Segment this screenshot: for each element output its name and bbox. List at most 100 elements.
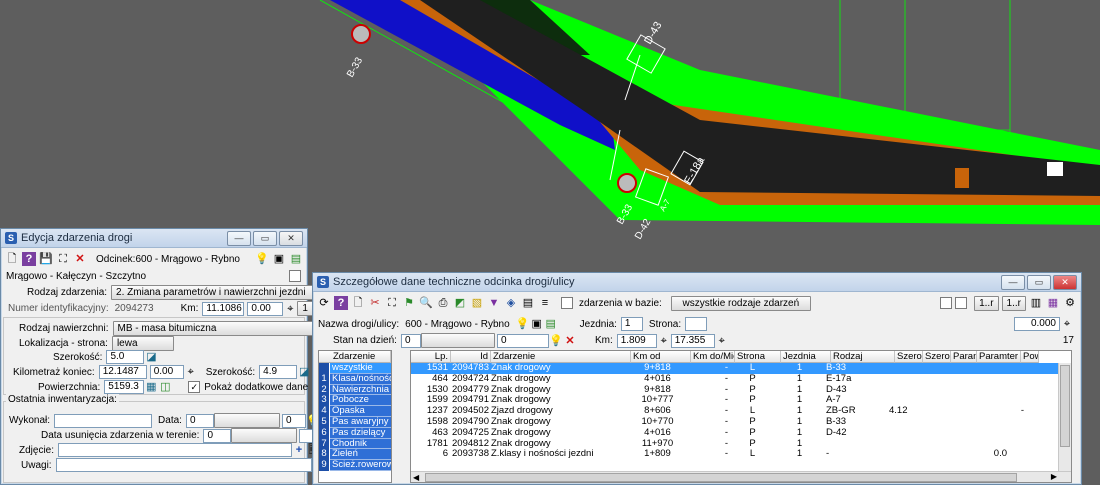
- measure-icon[interactable]: ◪: [144, 350, 158, 364]
- km-end-offset-input[interactable]: 0.00: [149, 365, 184, 379]
- column-header[interactable]: Szerok: [895, 351, 923, 363]
- km-from-input[interactable]: 1.809: [616, 333, 657, 348]
- date-button[interactable]: [213, 413, 280, 428]
- image-icon[interactable]: ▣: [272, 252, 286, 266]
- close-button[interactable]: ✕: [279, 230, 303, 246]
- column-header[interactable]: Id: [451, 351, 491, 363]
- order-button-2[interactable]: 1..r: [1001, 295, 1026, 311]
- width-input[interactable]: 5.0: [106, 350, 145, 364]
- scrollbar-thumb[interactable]: [1060, 365, 1070, 447]
- category-item[interactable]: 3 Pobocze: [319, 395, 391, 407]
- km-end-input[interactable]: 12.1487: [98, 365, 147, 379]
- category-item[interactable]: 4 Opaska: [319, 405, 391, 417]
- value-right-input[interactable]: 0.000: [1014, 317, 1060, 331]
- help-icon[interactable]: ?: [22, 252, 36, 266]
- area-input[interactable]: 5159.3: [104, 380, 145, 394]
- km-locate-icon[interactable]: ⌖: [657, 334, 671, 348]
- surface-button[interactable]: MB - masa bitumiczna: [112, 321, 317, 336]
- detail-minimize-button[interactable]: —: [1001, 274, 1025, 290]
- area-map-icon[interactable]: ◫: [158, 380, 172, 394]
- detail-window-titlebar[interactable]: S Szczegółowe dane techniczne odcinka dr…: [313, 273, 1081, 292]
- table-row[interactable]: 1531 2094783 Znak drogowy 9+818 - L 1 B-33: [411, 363, 1071, 374]
- minimize-button[interactable]: —: [227, 230, 251, 246]
- chart-icon[interactable]: ◩: [453, 296, 467, 310]
- category-header[interactable]: Zdarzenie: [319, 351, 391, 363]
- detail-maximize-button[interactable]: ▭: [1027, 274, 1051, 290]
- sign-edit-icon[interactable]: ⛶: [56, 252, 70, 266]
- route-checkbox[interactable]: [289, 270, 301, 282]
- removal-button[interactable]: [231, 428, 298, 443]
- vertical-scrollbar[interactable]: [1058, 363, 1071, 471]
- table-row[interactable]: 1237 2094502 Zjazd drogowy 8+606 - L 1 ZB-GR 4.1…: [411, 406, 1071, 417]
- date2-input[interactable]: 0: [281, 413, 306, 428]
- column-header[interactable]: Rodzaj: [831, 351, 895, 363]
- side-button[interactable]: lewa: [111, 336, 174, 351]
- table-row[interactable]: 1781 2094812 Znak drogowy 11+970 - P 1: [411, 439, 1071, 450]
- state-input-2[interactable]: 0: [496, 333, 549, 348]
- km-to-locate-icon[interactable]: ⌖: [715, 334, 729, 348]
- column-header[interactable]: Pow: [1021, 351, 1039, 363]
- table-row[interactable]: 1530 2094779 Znak drogowy 9+818 - P 1 D-43: [411, 385, 1071, 396]
- road-image-icon[interactable]: ▣: [530, 317, 544, 331]
- category-item[interactable]: 7 Chodnik: [319, 438, 391, 450]
- opt-checkbox-2[interactable]: [955, 297, 968, 309]
- scale-icon[interactable]: ≡: [538, 296, 552, 310]
- column-header[interactable]: Km do/Miej: [691, 351, 735, 363]
- table-row[interactable]: 6 2093738 Z.klasy i nośności jezdni 1+809 - L…: [411, 449, 1071, 460]
- add-photo-icon[interactable]: +: [292, 443, 306, 457]
- save-icon[interactable]: 💾: [39, 252, 53, 266]
- state-bulb-icon[interactable]: 💡: [549, 334, 563, 348]
- road-bulb-icon[interactable]: 💡: [516, 317, 530, 331]
- category-item[interactable]: 5 Pas awaryjny: [319, 416, 391, 428]
- map-icon[interactable]: ◈: [504, 296, 518, 310]
- cut-icon[interactable]: ✂: [368, 296, 382, 310]
- columns-icon[interactable]: ▥: [1029, 296, 1043, 310]
- table-row[interactable]: 1599 2094791 Znak drogowy 10+777 - P 1 A-7: [411, 395, 1071, 406]
- state-clear-icon[interactable]: ✕: [563, 334, 577, 348]
- events-in-base-checkbox[interactable]: [561, 297, 573, 309]
- detail-new-icon[interactable]: 🗋: [351, 296, 365, 310]
- column-header[interactable]: Strona: [735, 351, 781, 363]
- category-item[interactable]: wszystkie: [319, 363, 391, 374]
- sign-b33b-icon[interactable]: [617, 173, 637, 193]
- column-header[interactable]: Param: [951, 351, 977, 363]
- lane-input[interactable]: 1: [620, 317, 643, 331]
- notes-input[interactable]: [55, 458, 312, 472]
- road-layers-icon[interactable]: ▤: [544, 317, 558, 331]
- calc-icon[interactable]: ▦: [144, 380, 158, 394]
- hscroll-thumb[interactable]: [425, 473, 1017, 482]
- category-item[interactable]: 2 Nawierzchnia: [319, 384, 391, 396]
- column-header[interactable]: Km od: [631, 351, 691, 363]
- km-to-input[interactable]: 17.355: [670, 333, 715, 348]
- km-offset-input[interactable]: 0.00: [247, 301, 284, 316]
- category-item[interactable]: 1 Klasa/nośność: [319, 373, 391, 385]
- state-input[interactable]: 0: [400, 333, 421, 348]
- sign-icon[interactable]: ⛶: [385, 296, 399, 310]
- table-row[interactable]: 464 2094724 Znak drogowy 4+016 - P 1 E-17a: [411, 374, 1071, 385]
- tree-icon[interactable]: ⚑: [402, 296, 416, 310]
- refresh-icon[interactable]: ⟳: [317, 296, 331, 310]
- table-row[interactable]: 463 2094725 Znak drogowy 4+016 - P 1 D-42: [411, 428, 1071, 439]
- export-icon[interactable]: ▧: [470, 296, 484, 310]
- side-input[interactable]: [685, 317, 708, 331]
- bulb-icon[interactable]: 💡: [255, 252, 269, 266]
- settings-icon[interactable]: ⚙: [1063, 296, 1077, 310]
- km-input[interactable]: 11.1086: [202, 301, 245, 316]
- maximize-button[interactable]: ▭: [253, 230, 277, 246]
- sign-b33-icon[interactable]: [351, 24, 371, 44]
- detail-close-button[interactable]: ✕: [1053, 274, 1077, 290]
- grid-icon[interactable]: ▦: [1046, 296, 1060, 310]
- filter-icon[interactable]: ▼: [487, 296, 501, 310]
- measure2-icon[interactable]: ◪: [297, 365, 311, 379]
- order-button-1[interactable]: 1..r: [974, 295, 999, 311]
- search-doc-icon[interactable]: 🔍: [419, 296, 433, 310]
- category-item[interactable]: 6 Pas dzielący: [319, 427, 391, 439]
- edit-window-titlebar[interactable]: S Edycja zdarzenia drogi — ▭ ✕: [1, 229, 307, 248]
- event-type-button[interactable]: 2. Zmiana parametrów i nawierzchni jezdn…: [111, 285, 318, 300]
- value-locate-icon[interactable]: ⌖: [1060, 317, 1074, 331]
- removal-input[interactable]: 0: [203, 428, 232, 443]
- date-input[interactable]: 0: [185, 413, 214, 428]
- print-icon[interactable]: ⎙: [436, 296, 450, 310]
- column-header[interactable]: Zdarzenie: [491, 351, 631, 363]
- column-header[interactable]: Paramter dod: [977, 351, 1021, 363]
